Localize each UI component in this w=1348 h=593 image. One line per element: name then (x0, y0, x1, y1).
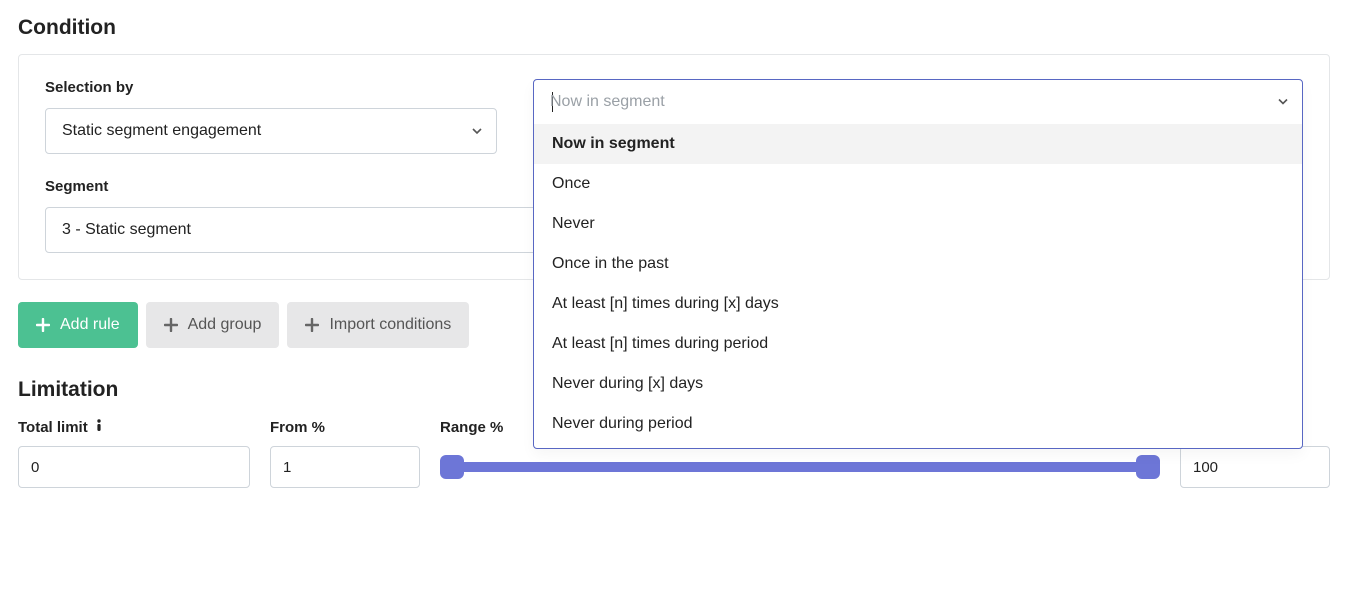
chevron-down-icon (1278, 94, 1288, 111)
range-slider[interactable] (440, 462, 1160, 472)
total-limit-input[interactable] (18, 446, 250, 488)
selection-condition-option[interactable]: Never during [x] days (534, 364, 1302, 404)
selection-by-value: Static segment engagement (62, 122, 261, 140)
range-handle-left[interactable] (440, 455, 464, 479)
info-icon[interactable] (94, 418, 104, 436)
from-percent-label: From % (270, 419, 420, 436)
range-handle-right[interactable] (1136, 455, 1160, 479)
selection-by-select[interactable]: Static segment engagement (45, 108, 497, 154)
selection-condition-option[interactable]: Once in the past (534, 244, 1302, 284)
selection-condition-option[interactable]: Never during period (534, 404, 1302, 444)
add-rule-button[interactable]: Add rule (18, 302, 138, 348)
segment-value: 3 - Static segment (62, 221, 191, 239)
from-percent-input[interactable] (270, 446, 420, 488)
selection-condition-option[interactable]: Once (534, 164, 1302, 204)
selection-condition-option[interactable]: Never (534, 204, 1302, 244)
selection-condition-option[interactable]: At least [n] times during [x] days (534, 284, 1302, 324)
import-conditions-label: Import conditions (329, 316, 451, 334)
plus-icon (305, 318, 319, 332)
selection-condition-option[interactable]: At least [n] times during period (534, 324, 1302, 364)
import-conditions-button[interactable]: Import conditions (287, 302, 469, 348)
selection-condition-option[interactable]: Now in segment (534, 124, 1302, 164)
selection-condition-input[interactable]: Now in segment (534, 80, 1302, 124)
selection-by-label: Selection by (45, 79, 497, 96)
to-percent-input[interactable] (1180, 446, 1330, 488)
total-limit-label: Total limit (18, 418, 250, 436)
add-group-button[interactable]: Add group (146, 302, 280, 348)
chevron-down-icon (472, 126, 482, 136)
condition-title: Condition (18, 16, 1330, 40)
selection-condition-placeholder: Now in segment (550, 93, 665, 111)
add-group-label: Add group (188, 316, 262, 334)
add-rule-label: Add rule (60, 316, 120, 334)
plus-icon (36, 318, 50, 332)
selection-condition-select[interactable]: Now in segment Now in segmentOnceNeverOn… (533, 79, 1303, 449)
condition-card: Selection by Static segment engagement S… (18, 54, 1330, 280)
plus-icon (164, 318, 178, 332)
